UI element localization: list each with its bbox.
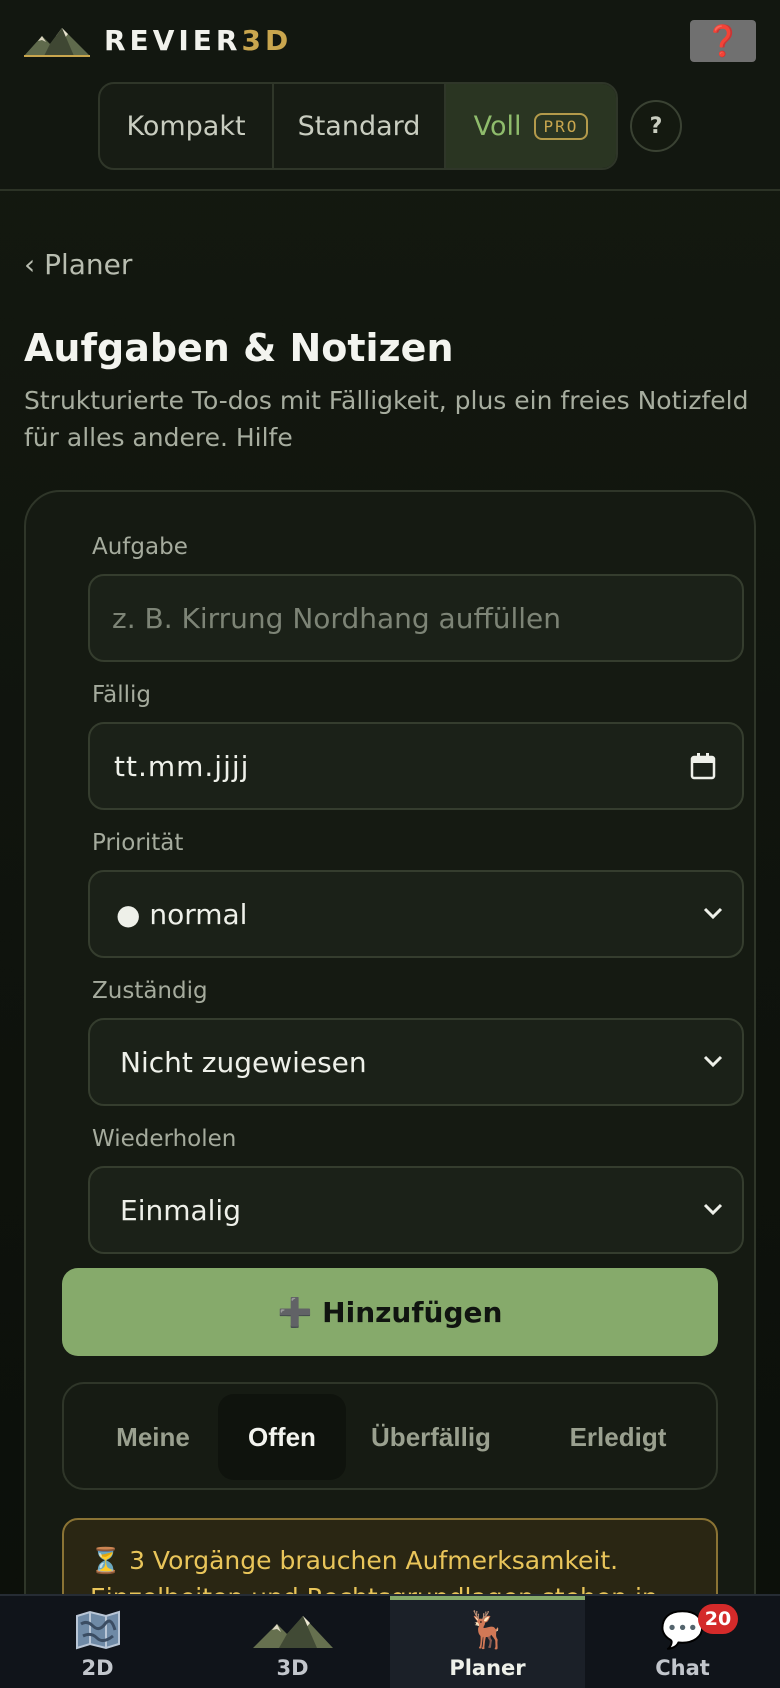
brand-name: REVIER3D bbox=[104, 23, 293, 57]
pro-badge: PRO bbox=[533, 112, 589, 140]
help-button[interactable]: ? bbox=[630, 100, 682, 152]
calendar-icon[interactable] bbox=[690, 752, 716, 780]
deer-icon: 🦌 bbox=[465, 1610, 510, 1651]
view-mode-standard[interactable]: Standard bbox=[274, 84, 446, 168]
nav-item-3d[interactable]: 3D bbox=[195, 1596, 390, 1688]
priority-select[interactable]: ● normal bbox=[88, 870, 744, 958]
page-subtitle: Strukturierte To-dos mit Fälligkeit, plu… bbox=[24, 386, 749, 452]
task-filter-tabs: Meine Offen Überfällig Erledigt bbox=[62, 1382, 718, 1490]
nav-item-chat[interactable]: 💬 Chat bbox=[585, 1596, 780, 1688]
task-form-card: Aufgabe z. B. Kirrung Nordhang auffüllen… bbox=[24, 490, 756, 1688]
bottom-navigation: 2D 3D 🦌 Planer 💬 Chat bbox=[0, 1594, 780, 1688]
nav-item-2d[interactable]: 2D bbox=[0, 1596, 195, 1688]
nav-item-planer[interactable]: 🦌 Planer bbox=[390, 1596, 585, 1688]
due-date-input[interactable]: tt.mm.jjjj bbox=[88, 722, 744, 810]
page-title: Aufgaben & Notizen bbox=[24, 326, 454, 370]
priority-label: Priorität bbox=[92, 830, 184, 856]
add-task-button[interactable]: ➕ Hinzufügen bbox=[62, 1268, 718, 1356]
chevron-down-icon bbox=[703, 1055, 723, 1068]
app-header: REVIER3D ❓ Kompakt Standard Voll PRO ? bbox=[0, 0, 780, 191]
task-input[interactable]: z. B. Kirrung Nordhang auffüllen bbox=[88, 574, 744, 662]
map-icon bbox=[75, 1608, 121, 1652]
brand-logo[interactable]: REVIER3D bbox=[24, 22, 292, 58]
chevron-down-icon bbox=[703, 907, 723, 920]
view-mode-switcher: Kompakt Standard Voll PRO bbox=[98, 82, 618, 170]
assignee-label: Zuständig bbox=[92, 978, 208, 1004]
view-mode-voll[interactable]: Voll PRO bbox=[446, 84, 616, 168]
help-flag-icon[interactable]: ❓ bbox=[690, 20, 756, 62]
chevron-down-icon bbox=[703, 1203, 723, 1216]
repeat-label: Wiederholen bbox=[92, 1126, 237, 1152]
due-label: Fällig bbox=[92, 682, 151, 708]
view-mode-kompakt[interactable]: Kompakt bbox=[100, 84, 274, 168]
back-link[interactable]: ‹ Planer bbox=[24, 248, 132, 281]
repeat-select[interactable]: Einmalig bbox=[88, 1166, 744, 1254]
task-label: Aufgabe bbox=[92, 534, 188, 560]
mountain-logo-icon bbox=[24, 28, 90, 57]
tab-ueberfaellig[interactable]: Überfällig bbox=[356, 1394, 506, 1480]
tab-erledigt[interactable]: Erledigt bbox=[528, 1394, 708, 1480]
assignee-select[interactable]: Nicht zugewiesen bbox=[88, 1018, 744, 1106]
tab-offen[interactable]: Offen bbox=[218, 1394, 346, 1480]
chat-unread-badge: 20 bbox=[698, 1604, 738, 1634]
tab-meine[interactable]: Meine bbox=[88, 1394, 218, 1480]
mountain-icon bbox=[252, 1608, 333, 1652]
